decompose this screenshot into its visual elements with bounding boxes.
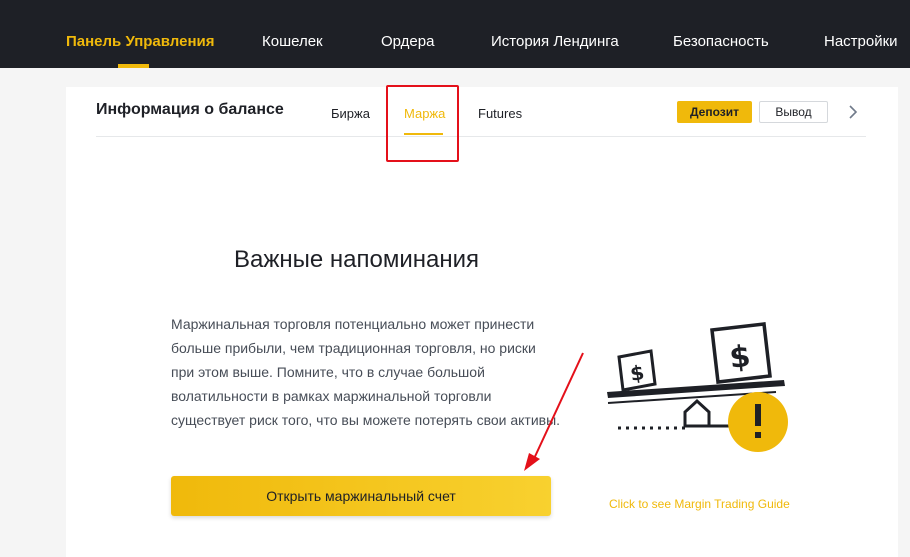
nav-item-lending-history[interactable]: История Лендинга [491,0,619,68]
nav-item-orders[interactable]: Ордера [381,0,434,68]
open-margin-account-button[interactable]: Открыть маржинальный счет [171,476,551,516]
margin-guide-link[interactable]: Click to see Margin Trading Guide [609,497,790,511]
balance-title: Информация о балансе [96,101,284,118]
red-arrow-annotation [524,352,584,471]
nav-item-wallet[interactable]: Кошелек [262,0,323,68]
reminder-text: Маржинальная торговля потенциально может… [171,316,561,428]
chevron-right-icon[interactable] [845,103,861,121]
tab-exchange[interactable]: Биржа [331,106,370,121]
header-divider [96,136,866,137]
nav-item-settings[interactable]: Настройки [824,0,898,68]
withdraw-button[interactable]: Вывод [759,101,828,123]
top-navigation: Панель Управления Кошелек Ордера История… [0,0,910,68]
deposit-button[interactable]: Депозит [677,101,752,123]
nav-active-indicator [118,64,149,68]
tab-futures[interactable]: Futures [478,106,522,121]
nav-item-dashboard[interactable]: Панель Управления [66,0,215,68]
annotation-highlight-box [386,85,459,162]
nav-item-security[interactable]: Безопасность [673,0,769,68]
svg-text:$: $ [728,339,752,376]
reminder-title: Важные напоминания [234,246,480,273]
scale-dollar-warning-illustration: $ $ [607,322,788,452]
